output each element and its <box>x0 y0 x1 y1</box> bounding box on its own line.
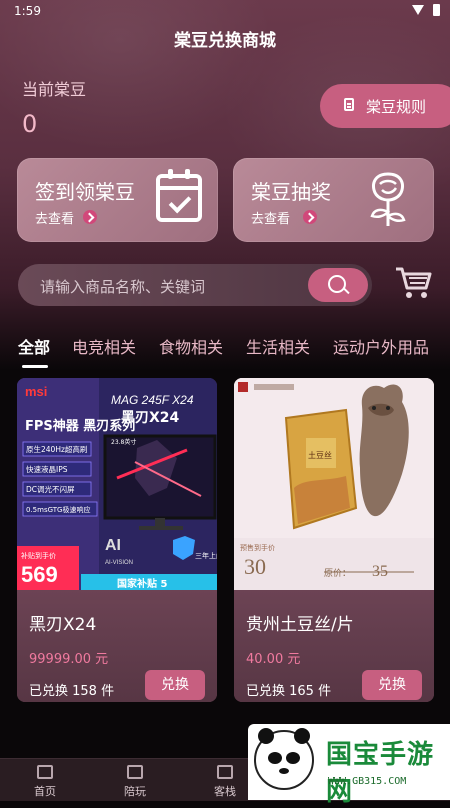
handshake-icon <box>127 765 143 779</box>
panda-logo-icon <box>254 728 314 790</box>
checkin-title: 签到领棠豆 <box>35 180 135 204</box>
rose-icon <box>370 172 406 226</box>
nav-home-label: 首页 <box>34 785 56 798</box>
svg-text:FPS神器 黑刃系列: FPS神器 黑刃系列 <box>25 418 135 434</box>
svg-text:DC调光不闪屏: DC调光不闪屏 <box>26 484 75 494</box>
svg-text:MAG 245F X24: MAG 245F X24 <box>111 393 194 407</box>
tab-outdoor[interactable]: 运动户外用品 <box>333 334 429 358</box>
product-sold: 已兑换 165 件 <box>246 684 332 699</box>
lottery-title: 棠豆抽奖 <box>251 180 331 204</box>
svg-text:569: 569 <box>21 562 58 587</box>
product-name: 贵州土豆丝/片 <box>246 615 354 635</box>
lottery-link: 去查看 <box>251 212 291 227</box>
svg-text:原生240Hz超高刷: 原生240Hz超高刷 <box>26 444 87 454</box>
svg-text:23.8英寸: 23.8英寸 <box>111 438 136 446</box>
status-bar: 1:59 <box>0 0 450 24</box>
nav-home[interactable]: 首页 <box>0 759 90 801</box>
svg-text:AI: AI <box>105 537 121 554</box>
tab-food[interactable]: 食物相关 <box>159 334 223 358</box>
search-input[interactable]: 请输入商品名称、关键词 <box>40 276 205 297</box>
status-time: 1:59 <box>14 4 41 18</box>
battery-icon <box>433 4 440 16</box>
product-name: 黑刃X24 <box>29 615 97 635</box>
nav-companion-label: 陪玩 <box>124 785 146 798</box>
nav-companion[interactable]: 陪玩 <box>90 759 180 801</box>
svg-text:预售到手价: 预售到手价 <box>240 543 275 552</box>
rules-button-label: 棠豆规则 <box>366 98 427 116</box>
lottery-card[interactable]: 棠豆抽奖 去查看 <box>233 158 434 242</box>
svg-text:三年上门: 三年上门 <box>195 551 217 560</box>
svg-text:0.5msGTG极速响应: 0.5msGTG极速响应 <box>26 505 90 514</box>
tab-all[interactable]: 全部 <box>18 334 50 368</box>
svg-text:国家补贴 5: 国家补贴 5 <box>117 577 167 590</box>
chevron-right-icon <box>83 210 97 224</box>
balance-value: 0 <box>22 110 38 138</box>
checkin-link: 去查看 <box>35 212 75 227</box>
inn-icon <box>217 765 233 779</box>
redeem-button[interactable]: 兑换 <box>362 670 422 700</box>
product-info: 黑刃X24 99999.00 元 已兑换 158 件 兑换 <box>17 590 217 702</box>
msi-logo: msi <box>25 384 47 399</box>
svg-text:快速液晶IPS: 快速液晶IPS <box>26 464 68 474</box>
product-card[interactable]: msi MAG 245F X24 黑刃X24 FPS神器 黑刃系列 原生240H… <box>17 378 217 702</box>
redeem-button[interactable]: 兑换 <box>145 670 205 700</box>
category-tabs: 全部 电竞相关 食物相关 生活相关 运动户外用品 <box>0 334 450 368</box>
svg-text:原价：: 原价： <box>324 568 351 579</box>
balance-label: 当前棠豆 <box>22 80 87 99</box>
svg-text:土豆丝: 土豆丝 <box>308 450 332 460</box>
checkin-card[interactable]: 签到领棠豆 去查看 <box>17 158 218 242</box>
cart-icon[interactable] <box>394 266 432 300</box>
svg-text:AI-VISION: AI-VISION <box>105 560 133 566</box>
product-info: 贵州土豆丝/片 40.00 元 已兑换 165 件 兑换 <box>234 590 434 702</box>
product-image-monitor: msi MAG 245F X24 黑刃X24 FPS神器 黑刃系列 原生240H… <box>17 378 217 590</box>
search-button[interactable] <box>308 268 368 302</box>
page-title: 棠豆兑换商城 <box>174 31 276 51</box>
svg-text:补贴到手价: 补贴到手价 <box>21 551 56 560</box>
watermark-url: WWW.GB315.COM <box>328 776 407 787</box>
product-image-potato: 土豆丝 预售到手价 30 原价： 35 <box>234 378 434 590</box>
rules-button[interactable]: 棠豆规则 <box>320 84 450 128</box>
chevron-right-icon <box>303 210 317 224</box>
tab-life[interactable]: 生活相关 <box>246 334 310 358</box>
watermark-brand: 国宝手游网 <box>326 740 435 807</box>
product-price: 40.00 元 <box>246 652 301 667</box>
product-card[interactable]: 土豆丝 预售到手价 30 原价： 35 贵州土豆丝/片 40.00 元 已兑换 … <box>234 378 434 702</box>
product-price: 99999.00 元 <box>29 652 109 667</box>
site-watermark: 国宝手游网 WWW.GB315.COM <box>248 724 450 807</box>
svg-text:30: 30 <box>244 554 266 579</box>
search-bar[interactable]: 请输入商品名称、关键词 <box>18 264 372 306</box>
calendar-check-icon <box>156 169 202 222</box>
document-icon <box>344 98 354 111</box>
tab-esports[interactable]: 电竞相关 <box>72 334 136 358</box>
wifi-icon <box>412 5 424 15</box>
home-icon <box>37 765 53 779</box>
product-sold: 已兑换 158 件 <box>29 684 115 699</box>
